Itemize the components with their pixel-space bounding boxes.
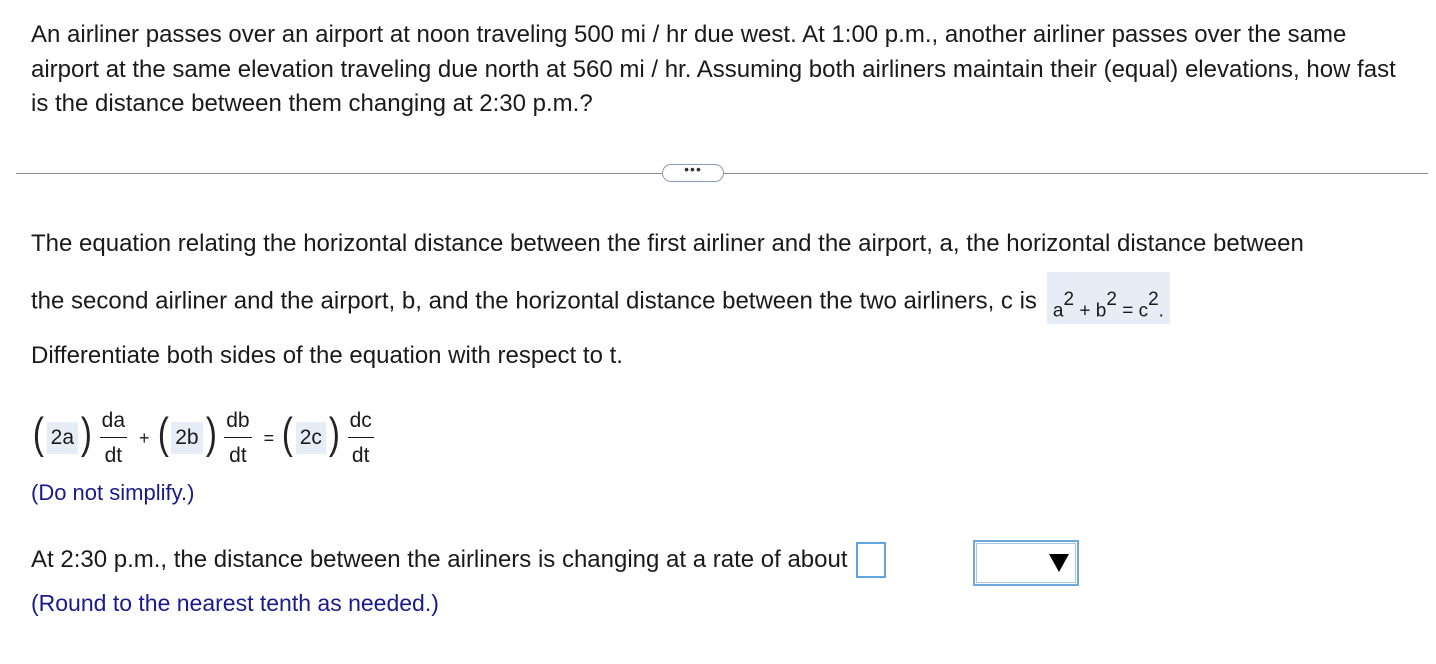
- step1-line1: The equation relating the horizontal dis…: [31, 230, 1304, 257]
- simplify-hint: (Do not simplify.): [31, 480, 195, 505]
- step1-line2: the second airliner and the airport, b, …: [31, 272, 1170, 328]
- db-dt-fraction: db dt: [224, 408, 252, 467]
- step1-line2-text: the second airliner and the airport, b, …: [31, 287, 1037, 315]
- coef-a-answer[interactable]: 2a: [46, 422, 79, 454]
- rate-prompt-line: At 2:30 p.m., the distance between the a…: [31, 542, 886, 578]
- show-more-button[interactable]: •••: [662, 161, 724, 182]
- ellipsis-icon: •••: [684, 161, 702, 177]
- dropdown-arrow-icon: [1049, 554, 1069, 572]
- units-dropdown[interactable]: [973, 540, 1079, 586]
- rate-prompt: At 2:30 p.m., the distance between the a…: [31, 546, 848, 573]
- step2-instruction: Differentiate both sides of the equation…: [31, 342, 623, 369]
- coef-c-answer[interactable]: 2c: [295, 422, 326, 454]
- rate-answer-input[interactable]: [855, 542, 886, 578]
- question-text: An airliner passes over an airport at no…: [31, 21, 1396, 117]
- round-hint: (Round to the nearest tenth as needed.): [31, 590, 439, 616]
- da-dt-fraction: da dt: [99, 408, 128, 467]
- dc-dt-fraction: dc dt: [347, 408, 374, 467]
- pythagorean-equation: a2 + b2 = c2.: [1046, 272, 1170, 324]
- coef-b-answer[interactable]: 2b: [171, 422, 203, 454]
- derivative-equation: ( 2a ) da dt + ( 2b ) db dt = ( 2c ) dc dt: [32, 408, 374, 467]
